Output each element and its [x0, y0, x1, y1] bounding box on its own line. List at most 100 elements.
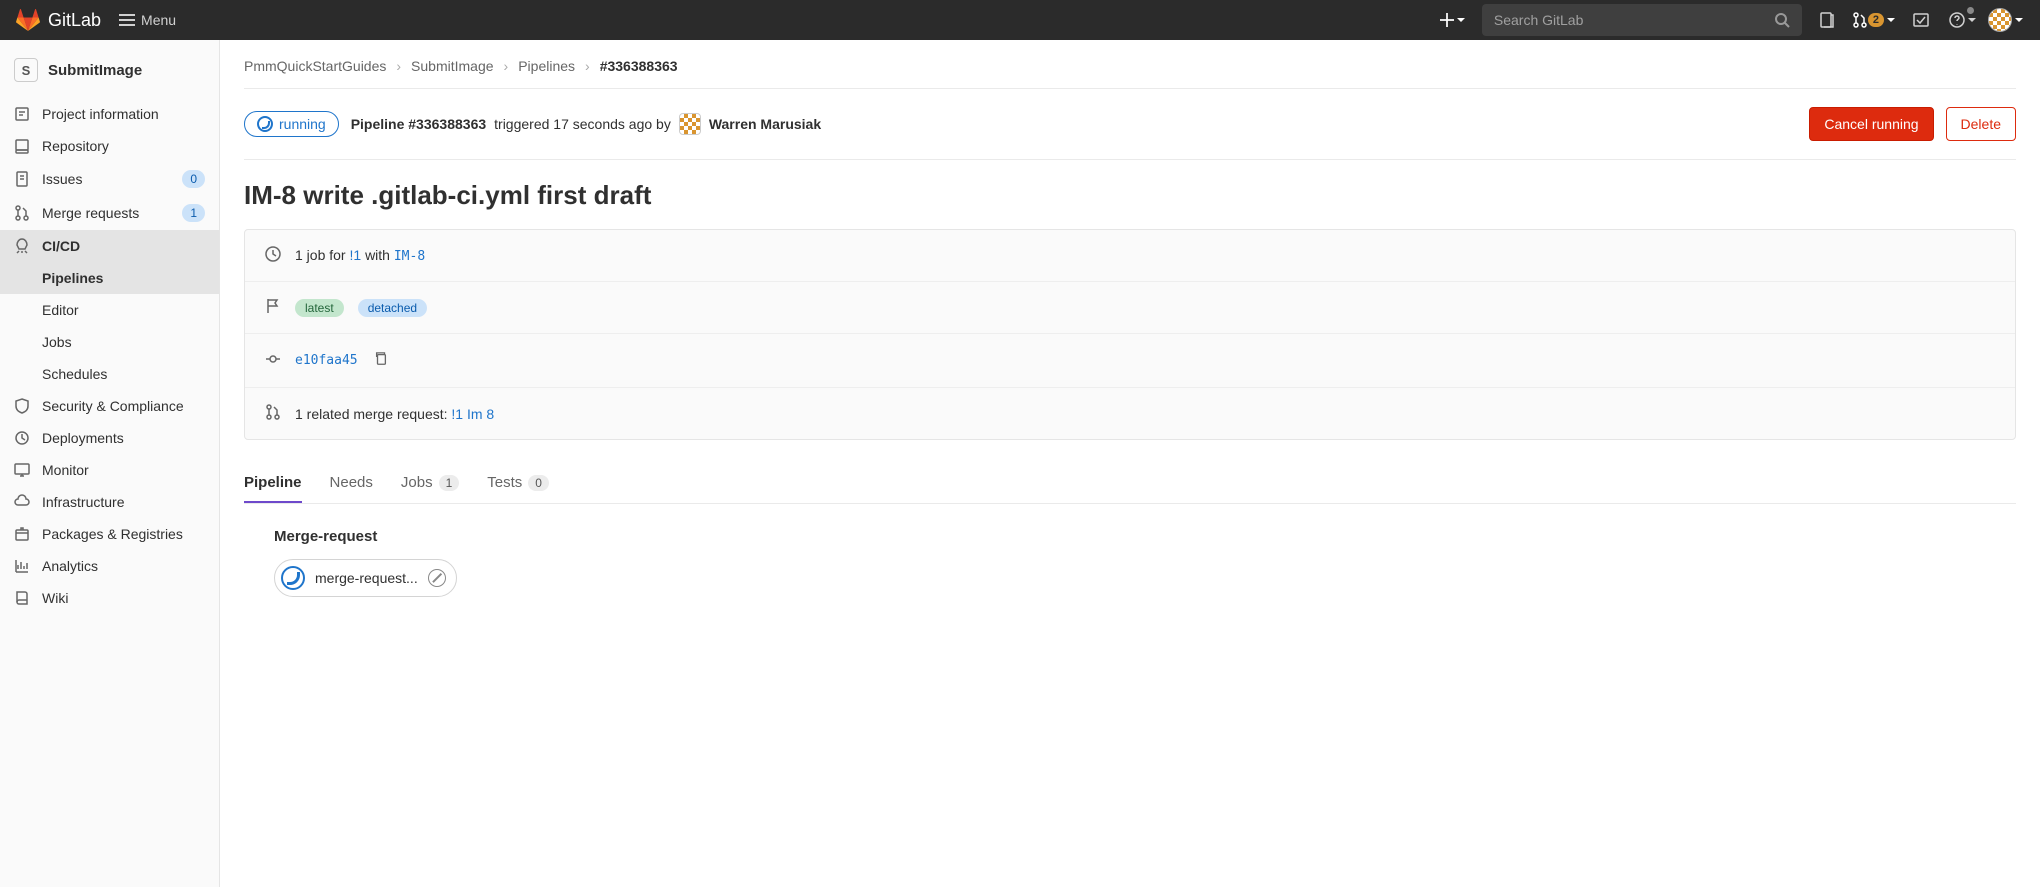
pipeline-status-badge[interactable]: running [244, 111, 339, 137]
issues-icon [14, 171, 30, 187]
menu-button[interactable]: Menu [109, 6, 186, 34]
detail-jobs-row: 1 job for !1 with IM-8 [245, 230, 2015, 282]
search-box[interactable] [1482, 4, 1802, 36]
tab-jobs[interactable]: Jobs 1 [401, 462, 459, 503]
sidebar: S SubmitImage Project information Reposi… [0, 40, 220, 887]
sidebar-item-label: Repository [42, 138, 109, 154]
related-mr-link[interactable]: !1 Im 8 [451, 406, 494, 422]
cancel-running-button[interactable]: Cancel running [1809, 107, 1933, 141]
sidebar-item-project-information[interactable]: Project information [0, 98, 219, 130]
chevron-right-icon: › [504, 58, 509, 74]
deployments-icon [14, 430, 30, 446]
chart-icon [14, 558, 30, 574]
book-icon [14, 590, 30, 606]
pipeline-tabs: Pipeline Needs Jobs 1 Tests 0 [244, 462, 2016, 504]
project-name: SubmitImage [48, 62, 142, 79]
jobs-count-badge: 1 [439, 475, 460, 491]
triggered-text: triggered 17 seconds ago by [494, 116, 671, 132]
commit-icon [265, 351, 281, 367]
triggerer-avatar[interactable] [679, 113, 701, 135]
merge-request-icon [14, 205, 30, 221]
sidebar-item-infrastructure[interactable]: Infrastructure [0, 486, 219, 518]
sidebar-sub-schedules[interactable]: Schedules [0, 358, 219, 390]
gitlab-logo-icon [16, 8, 40, 32]
job-pill[interactable]: merge-request... [274, 559, 457, 597]
sidebar-item-label: Monitor [42, 462, 89, 478]
sidebar-item-label: Analytics [42, 558, 98, 574]
jobs-prefix: 1 job for [295, 247, 346, 263]
cloud-gear-icon [14, 494, 30, 510]
sidebar-item-monitor[interactable]: Monitor [0, 454, 219, 486]
mr-count-badge: 2 [1868, 13, 1884, 27]
shield-icon [14, 398, 30, 414]
main-content: PmmQuickStartGuides › SubmitImage › Pipe… [220, 40, 2040, 887]
todos-shortcut[interactable] [1904, 3, 1938, 37]
with-text: with [365, 247, 390, 263]
chevron-down-icon [1967, 15, 1977, 25]
delete-button[interactable]: Delete [1946, 107, 2016, 141]
sidebar-item-packages[interactable]: Packages & Registries [0, 518, 219, 550]
info-icon [14, 106, 30, 122]
mr-link[interactable]: !1 [349, 247, 361, 263]
stage-name: Merge-request [274, 528, 1986, 545]
brand[interactable]: GitLab [16, 8, 101, 32]
crumb-pipelines[interactable]: Pipelines [518, 58, 575, 74]
sidebar-item-label: Project information [42, 106, 159, 122]
monitor-icon [14, 462, 30, 478]
tab-pipeline[interactable]: Pipeline [244, 462, 302, 503]
pipeline-meta: Pipeline #336388363 triggered 17 seconds… [351, 113, 821, 135]
cancel-job-icon[interactable] [428, 569, 446, 587]
sidebar-item-deployments[interactable]: Deployments [0, 422, 219, 454]
sidebar-sub-pipelines[interactable]: Pipelines [0, 262, 219, 294]
clock-icon [265, 246, 281, 262]
issue-icon [1819, 12, 1835, 28]
help-icon [1949, 12, 1965, 28]
issues-shortcut[interactable] [1810, 3, 1844, 37]
detail-tags-row: latest detached [245, 282, 2015, 334]
sidebar-item-label: CI/CD [42, 238, 80, 254]
sidebar-sub-jobs[interactable]: Jobs [0, 326, 219, 358]
sidebar-item-label: Wiki [42, 590, 68, 606]
brand-text: GitLab [48, 10, 101, 31]
sidebar-item-repository[interactable]: Repository [0, 130, 219, 162]
top-navbar: GitLab Menu 2 [0, 0, 2040, 40]
project-avatar: S [14, 58, 38, 82]
merge-request-icon [1852, 12, 1868, 28]
sidebar-item-wiki[interactable]: Wiki [0, 582, 219, 614]
sidebar-item-cicd[interactable]: CI/CD [0, 230, 219, 262]
commit-sha-link[interactable]: e10faa45 [295, 353, 358, 368]
user-menu[interactable] [1988, 8, 2024, 32]
triggerer-name[interactable]: Warren Marusiak [709, 116, 821, 132]
tab-tests[interactable]: Tests 0 [487, 462, 549, 503]
detail-related-mr-row: 1 related merge request: !1 Im 8 [245, 388, 2015, 439]
crumb-group[interactable]: PmmQuickStartGuides [244, 58, 386, 74]
sidebar-sub-editor[interactable]: Editor [0, 294, 219, 326]
copy-sha-button[interactable] [372, 350, 390, 371]
sidebar-item-analytics[interactable]: Analytics [0, 550, 219, 582]
page-title: IM-8 write .gitlab-ci.yml first draft [244, 160, 2016, 229]
status-text: running [279, 116, 326, 132]
breadcrumb: PmmQuickStartGuides › SubmitImage › Pipe… [244, 52, 2016, 89]
search-icon [1774, 12, 1790, 28]
detached-badge: detached [358, 299, 427, 317]
sidebar-item-issues[interactable]: Issues 0 [0, 162, 219, 196]
search-input[interactable] [1494, 12, 1766, 28]
pipeline-graph: Merge-request merge-request... [244, 504, 2016, 621]
chevron-right-icon: › [585, 58, 590, 74]
new-dropdown[interactable] [1432, 13, 1474, 27]
branch-link[interactable]: IM-8 [394, 249, 425, 264]
sidebar-item-label: Packages & Registries [42, 526, 183, 542]
user-avatar [1988, 8, 2012, 32]
plus-icon [1440, 13, 1454, 27]
help-dropdown[interactable] [1946, 3, 1980, 37]
latest-badge: latest [295, 299, 344, 317]
running-icon [281, 566, 305, 590]
crumb-project[interactable]: SubmitImage [411, 58, 493, 74]
tab-needs[interactable]: Needs [330, 462, 373, 503]
project-context[interactable]: S SubmitImage [0, 48, 219, 98]
sidebar-item-security[interactable]: Security & Compliance [0, 390, 219, 422]
tests-count-badge: 0 [528, 475, 549, 491]
detail-commit-row: e10faa45 [245, 334, 2015, 388]
merge-requests-shortcut[interactable]: 2 [1852, 12, 1896, 28]
sidebar-item-merge-requests[interactable]: Merge requests 1 [0, 196, 219, 230]
